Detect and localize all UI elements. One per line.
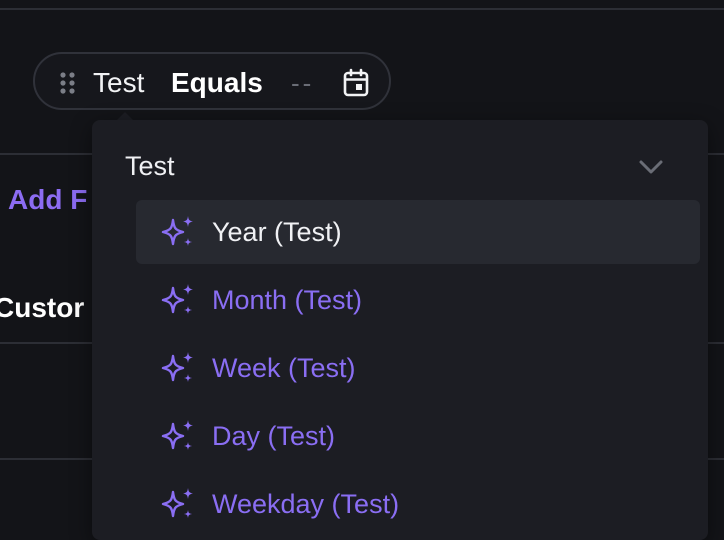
field-dropdown: Test Year (Test) Month (Test) Week (Test… xyxy=(92,120,708,540)
sparkles-icon xyxy=(161,352,193,382)
dropdown-option-year[interactable]: Year (Test) xyxy=(136,200,700,264)
filter-field-name: Test xyxy=(93,67,145,98)
add-filter-link[interactable]: Add F xyxy=(8,184,87,216)
divider xyxy=(0,8,724,10)
drag-handle-icon[interactable] xyxy=(59,71,77,95)
sparkles-icon xyxy=(161,284,193,314)
dropdown-option-label: Month (Test) xyxy=(212,285,363,315)
chevron-down-icon[interactable] xyxy=(636,152,666,182)
section-label: Custor xyxy=(0,292,85,323)
dropdown-group-header[interactable]: Test xyxy=(92,142,708,190)
dropdown-option-week[interactable]: Week (Test) xyxy=(136,336,700,400)
sparkles-icon xyxy=(161,216,193,246)
dropdown-option-month[interactable]: Month (Test) xyxy=(136,268,700,332)
dropdown-option-label: Day (Test) xyxy=(212,421,336,451)
dropdown-option-label: Week (Test) xyxy=(212,353,356,383)
dropdown-option-weekday[interactable]: Weekday (Test) xyxy=(136,472,700,536)
sparkles-icon xyxy=(161,420,193,450)
dropdown-option-day[interactable]: Day (Test) xyxy=(136,404,700,468)
filter-value[interactable]: -- xyxy=(291,67,314,99)
calendar-icon[interactable] xyxy=(341,68,371,98)
filter-pill[interactable]: Test Equals -- xyxy=(33,52,391,110)
dropdown-group-title: Test xyxy=(125,151,175,181)
filter-operator[interactable]: Equals xyxy=(171,67,263,99)
sparkles-icon xyxy=(161,488,193,518)
dropdown-option-label: Weekday (Test) xyxy=(212,489,400,519)
dropdown-option-label: Year (Test) xyxy=(212,217,342,247)
